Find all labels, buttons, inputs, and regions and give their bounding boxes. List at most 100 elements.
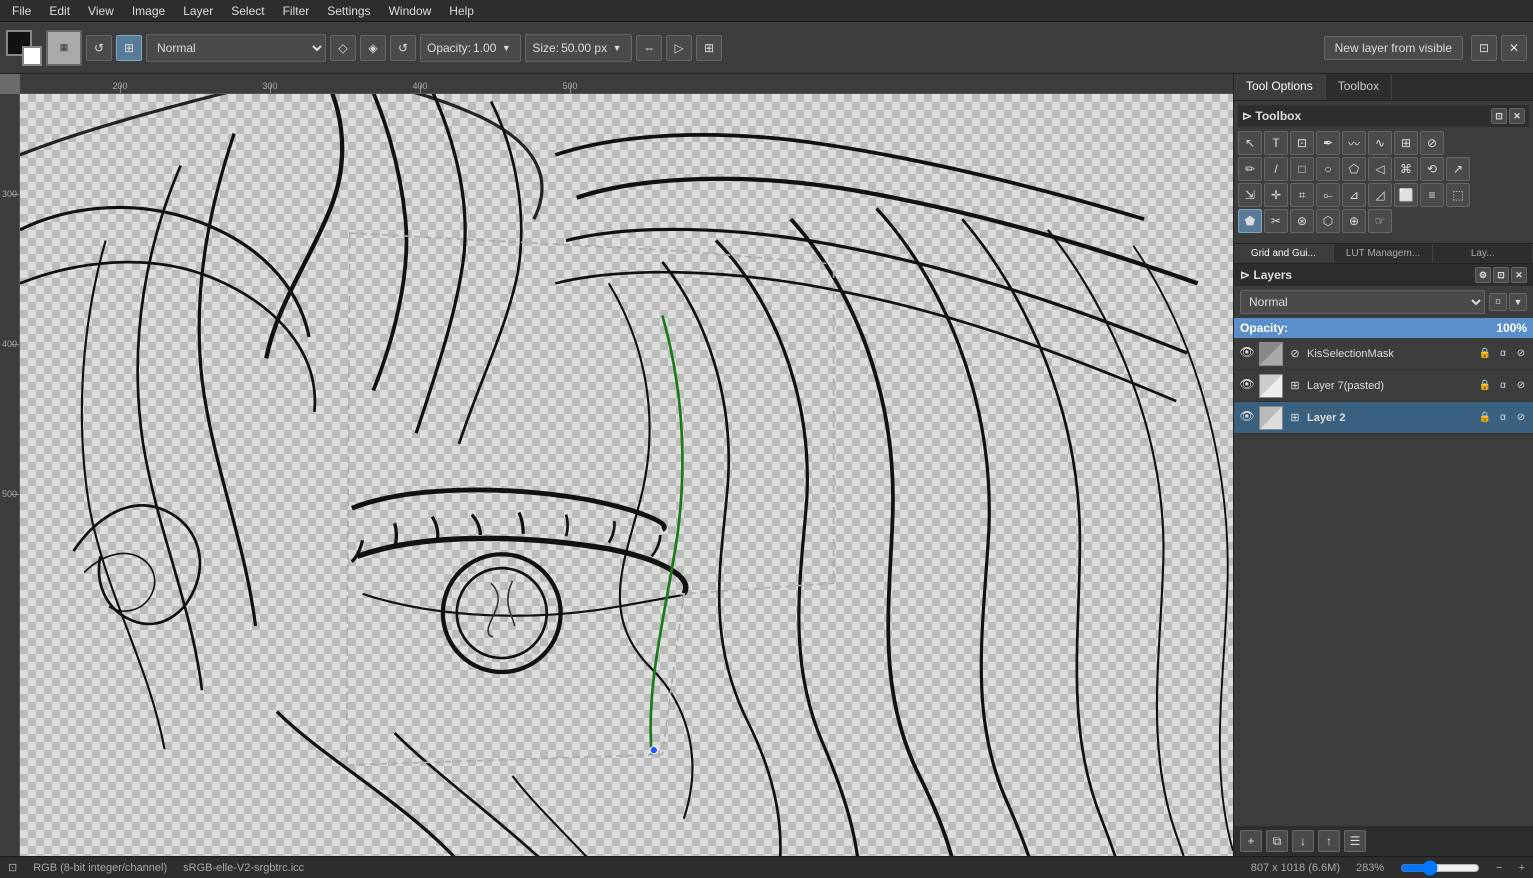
- tool-arrow-btn[interactable]: ↗: [1446, 157, 1470, 181]
- mirror-h-btn[interactable]: ⇔: [636, 35, 662, 61]
- tool-bezier-btn[interactable]: ◁: [1368, 157, 1392, 181]
- layer-item-selection-mask[interactable]: 👁 ⊘ KisSelectionMask 🔒 α ⊘: [1234, 338, 1533, 370]
- tool-lasso-btn[interactable]: ⟜: [1316, 183, 1340, 207]
- tool-cage-btn[interactable]: ⬚: [1446, 183, 1470, 207]
- statusbar-zoom-out-btn[interactable]: −: [1496, 862, 1502, 874]
- layers-add-btn[interactable]: +: [1240, 830, 1262, 852]
- layers-lock-btn[interactable]: ⌑: [1489, 293, 1507, 311]
- panel-tabs: Tool Options Toolbox: [1234, 74, 1533, 101]
- layer-eye-1[interactable]: 👁: [1238, 377, 1256, 395]
- layers-settings-btn[interactable]: ⚙: [1475, 267, 1491, 283]
- menu-layer[interactable]: Layer: [175, 2, 221, 20]
- layers-duplicate-btn[interactable]: ⧉: [1266, 830, 1288, 852]
- tool-align-btn[interactable]: ≡: [1420, 183, 1444, 207]
- tool-measure-btn[interactable]: ◿: [1368, 183, 1392, 207]
- menu-window[interactable]: Window: [381, 2, 440, 20]
- tool-crop2-btn[interactable]: ⌗: [1290, 183, 1314, 207]
- layer-actions-2: 🔒 α ⊘: [1477, 410, 1529, 426]
- layer-alpha-2[interactable]: α: [1495, 410, 1511, 426]
- toolbox-float-btn[interactable]: ⊡: [1491, 108, 1507, 124]
- tool-line-btn[interactable]: /: [1264, 157, 1288, 181]
- tool-zoom-btn[interactable]: ⊕: [1342, 209, 1366, 233]
- tool-freeselect-btn[interactable]: ⬟: [1238, 209, 1262, 233]
- tool-warp-btn[interactable]: 〰: [1342, 131, 1366, 155]
- background-color[interactable]: [22, 46, 42, 66]
- layers-move-up-btn[interactable]: ↑: [1318, 830, 1340, 852]
- layers-expand-btn[interactable]: ▼: [1509, 293, 1527, 311]
- layers-float-btn[interactable]: ⊡: [1493, 267, 1509, 283]
- tool-move-btn[interactable]: ✛: [1264, 183, 1288, 207]
- tool-perspective-btn[interactable]: ⊡: [1290, 131, 1314, 155]
- tab-toolbox[interactable]: Toolbox: [1326, 74, 1392, 100]
- menu-edit[interactable]: Edit: [41, 2, 78, 20]
- layer-lock-2[interactable]: 🔒: [1477, 410, 1493, 426]
- menu-select[interactable]: Select: [223, 2, 272, 20]
- tool-transform2-btn[interactable]: ⊞: [1394, 131, 1418, 155]
- tool-ellipse-btn[interactable]: ○: [1316, 157, 1340, 181]
- panel-close-btn[interactable]: ✕: [1501, 35, 1527, 61]
- tool-freehand-btn[interactable]: ∿: [1368, 131, 1392, 155]
- sub-tab-lut[interactable]: LUT Managem...: [1334, 244, 1434, 263]
- sub-tab-grid[interactable]: Grid and Gui...: [1234, 244, 1334, 263]
- tool-scale-btn[interactable]: ⇲: [1238, 183, 1262, 207]
- layer-alpha-0[interactable]: α: [1495, 346, 1511, 362]
- tool-freecut-btn[interactable]: ⊛: [1290, 209, 1314, 233]
- fill-btn[interactable]: ◈: [360, 35, 386, 61]
- layers-mode-dropdown[interactable]: Normal: [1240, 290, 1485, 314]
- tool-path-btn[interactable]: ✒: [1316, 131, 1340, 155]
- tool-rect-btn[interactable]: □: [1290, 157, 1314, 181]
- opacity-row[interactable]: Opacity: 100%: [1234, 318, 1533, 338]
- layers-close-btn[interactable]: ✕: [1511, 267, 1527, 283]
- tool-pan-btn[interactable]: ☞: [1368, 209, 1392, 233]
- canvas-area[interactable]: 200 300 400 500 300 400 500: [0, 74, 1233, 856]
- layer-eye-0[interactable]: 👁: [1238, 345, 1256, 363]
- extra-btn[interactable]: ⊞: [696, 35, 722, 61]
- menu-image[interactable]: Image: [124, 2, 173, 20]
- tool-gradient-btn[interactable]: ⬜: [1394, 183, 1418, 207]
- layer-more-0[interactable]: ⊘: [1513, 346, 1529, 362]
- tool-bycolor-btn[interactable]: ⬡: [1316, 209, 1340, 233]
- brush-pattern-btn[interactable]: ▦: [46, 30, 82, 66]
- tab-tool-options[interactable]: Tool Options: [1234, 74, 1326, 100]
- tool-wand-btn[interactable]: ⊿: [1342, 183, 1366, 207]
- layer-lock-1[interactable]: 🔒: [1477, 378, 1493, 394]
- statusbar-zoom-slider[interactable]: [1400, 860, 1480, 876]
- layer-more-2[interactable]: ⊘: [1513, 410, 1529, 426]
- tool-grid-btn[interactable]: ⊞: [116, 35, 142, 61]
- menu-filter[interactable]: Filter: [275, 2, 318, 20]
- layers-move-down-btn[interactable]: ↓: [1292, 830, 1314, 852]
- size-expand-btn[interactable]: ▼: [609, 40, 625, 56]
- menu-view[interactable]: View: [80, 2, 122, 20]
- layer-eye-2[interactable]: 👁: [1238, 409, 1256, 427]
- tool-pointer-btn[interactable]: ↖: [1238, 131, 1262, 155]
- tool-poly-btn[interactable]: ⬠: [1342, 157, 1366, 181]
- blend-mode-dropdown[interactable]: Normal: [146, 34, 326, 62]
- tool-free2-btn[interactable]: ⌘: [1394, 157, 1418, 181]
- tool-rotate-btn[interactable]: ⟲: [1420, 157, 1444, 181]
- transform-btn[interactable]: ▷: [666, 35, 692, 61]
- erase-btn[interactable]: ◇: [330, 35, 356, 61]
- refresh-btn[interactable]: ↺: [390, 35, 416, 61]
- canvas-viewport[interactable]: [20, 94, 1233, 856]
- opacity-expand-btn[interactable]: ▼: [498, 40, 514, 56]
- panel-toggle-btn[interactable]: ⊡: [1471, 35, 1497, 61]
- color-swatch-box[interactable]: [6, 30, 42, 66]
- layer-item-7[interactable]: 👁 ⊞ Layer 7(pasted) 🔒 α ⊘: [1234, 370, 1533, 402]
- tool-paint-btn[interactable]: ✏: [1238, 157, 1262, 181]
- new-layer-from-visible-btn[interactable]: New layer from visible: [1324, 36, 1463, 60]
- tool-text-btn[interactable]: T: [1264, 131, 1288, 155]
- sub-tab-layers[interactable]: Lay...: [1433, 244, 1533, 263]
- tool-extra-btn[interactable]: ⊘: [1420, 131, 1444, 155]
- layers-menu-btn[interactable]: ☰: [1344, 830, 1366, 852]
- menu-help[interactable]: Help: [441, 2, 482, 20]
- layer-item-2[interactable]: 👁 ⊞ Layer 2 🔒 α ⊘: [1234, 402, 1533, 434]
- layer-more-1[interactable]: ⊘: [1513, 378, 1529, 394]
- tool-scissors-btn[interactable]: ✂: [1264, 209, 1288, 233]
- layer-lock-0[interactable]: 🔒: [1477, 346, 1493, 362]
- menu-settings[interactable]: Settings: [319, 2, 378, 20]
- menu-file[interactable]: File: [4, 2, 39, 20]
- layer-alpha-1[interactable]: α: [1495, 378, 1511, 394]
- toolbox-close-btn[interactable]: ✕: [1509, 108, 1525, 124]
- statusbar-zoom-in-btn[interactable]: +: [1519, 862, 1525, 874]
- tool-reset-btn[interactable]: ↺: [86, 35, 112, 61]
